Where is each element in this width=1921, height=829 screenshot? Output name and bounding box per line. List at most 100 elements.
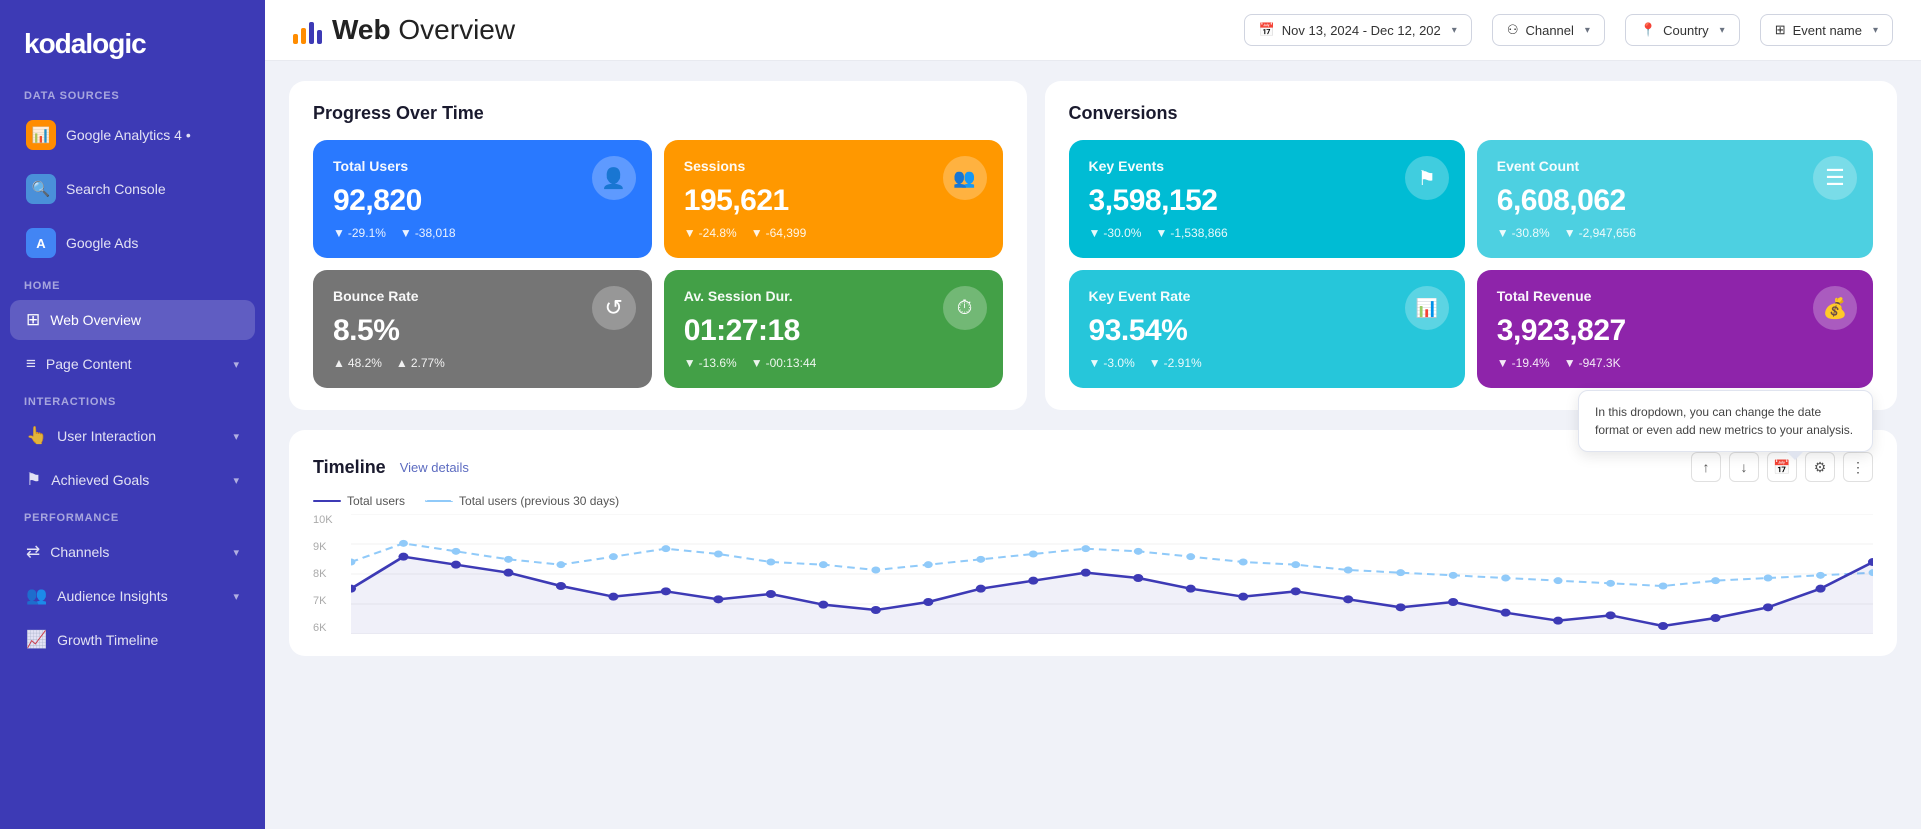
total-users-delta-abs: ▼ -38,018 — [400, 226, 456, 240]
calendar-ctrl-button[interactable]: 📅 — [1767, 452, 1797, 482]
sidebar-item-google-analytics[interactable]: 📊 Google Analytics 4 • — [10, 110, 255, 160]
key-event-rate-delta-pct: ▼ -3.0% — [1089, 356, 1135, 370]
event-count-value: 6,608,062 — [1497, 184, 1853, 218]
user-interaction-icon: 👆 — [26, 426, 47, 446]
date-range-label: Nov 13, 2024 - Dec 12, 202 — [1282, 23, 1441, 38]
upload-button[interactable]: ↑ — [1691, 452, 1721, 482]
conversions-metrics-grid: Key Events 3,598,152 ▼ -30.0% ▼ -1,538,8… — [1069, 140, 1873, 388]
location-icon: 📍 — [1640, 22, 1656, 38]
chevron-down-icon-country: ▾ — [1720, 25, 1725, 36]
channel-label: Channel — [1525, 23, 1573, 38]
data-sources-label: Data Sources — [0, 80, 265, 108]
logo-bars-icon — [293, 16, 322, 44]
event-name-filter[interactable]: ⊞ Event name ▾ — [1760, 14, 1893, 46]
sidebar-item-achieved-goals[interactable]: ⚑ Achieved Goals ▾ — [10, 460, 255, 500]
down-arrow-sessions-abs: ▼ — [751, 226, 763, 240]
y-label-9k: 9K — [313, 541, 349, 553]
chevron-down-icon-5: ▾ — [233, 590, 239, 603]
metric-card-sessions: Sessions 195,621 ▼ -24.8% ▼ -64,399 — [664, 140, 1003, 258]
down-arrow-tr-abs: ▼ — [1564, 356, 1576, 370]
sidebar-item-web-overview[interactable]: ⊞ Web Overview — [10, 300, 255, 340]
sidebar-item-label-pc: Page Content — [46, 356, 224, 372]
timeline-header: Timeline View details In this dropdown, … — [313, 452, 1873, 482]
sidebar-item-label-gt: Growth Timeline — [57, 632, 239, 648]
progress-over-time-section: Progress Over Time Total Users 92,820 ▼ … — [289, 81, 1027, 410]
total-revenue-title: Total Revenue — [1497, 288, 1853, 304]
legend-item-total-users: Total users — [313, 494, 405, 508]
sessions-value: 195,621 — [684, 184, 983, 218]
page-title: Web Overview — [332, 14, 515, 46]
metric-card-event-count: Event Count 6,608,062 ▼ -30.8% ▼ -2,947,… — [1477, 140, 1873, 258]
calendar-icon: 📅 — [1259, 22, 1275, 38]
metric-card-bounce-rate: Bounce Rate 8.5% ▲ 48.2% ▲ 2.77% — [313, 270, 652, 388]
up-arrow-bounce-abs: ▲ — [396, 356, 408, 370]
channel-icon: ⚇ — [1507, 22, 1519, 38]
home-label: Home — [0, 270, 265, 298]
sidebar-item-growth-timeline[interactable]: 📈 Growth Timeline — [10, 620, 255, 660]
achieved-goals-icon: ⚑ — [26, 470, 41, 490]
timeline-chart: 10K 9K 8K 7K 6K — [313, 514, 1873, 634]
chart-legend: Total users Total users (previous 30 day… — [313, 494, 1873, 508]
key-events-value: 3,598,152 — [1089, 184, 1445, 218]
chevron-down-icon-event: ▾ — [1873, 25, 1878, 36]
y-label-10k: 10K — [313, 514, 349, 526]
key-events-delta-pct: ▼ -30.0% — [1089, 226, 1142, 240]
channel-filter[interactable]: ⚇ Channel ▾ — [1492, 14, 1605, 46]
sidebar-item-page-content[interactable]: ≡ Page Content ▾ — [10, 344, 255, 384]
country-filter[interactable]: 📍 Country ▾ — [1625, 14, 1740, 46]
bounce-rate-deltas: ▲ 48.2% ▲ 2.77% — [333, 356, 632, 370]
sidebar-item-user-interaction[interactable]: 👆 User Interaction ▾ — [10, 416, 255, 456]
y-label-8k: 8K — [313, 568, 349, 580]
down-arrow-tr-pct: ▼ — [1497, 356, 1509, 370]
channels-icon: ⇄ — [26, 542, 40, 562]
bounce-rate-title: Bounce Rate — [333, 288, 632, 304]
country-label: Country — [1663, 23, 1709, 38]
up-arrow-bounce-pct: ▲ — [333, 356, 345, 370]
content-area: Progress Over Time Total Users 92,820 ▼ … — [265, 61, 1921, 829]
main-area: Web Overview 📅 Nov 13, 2024 - Dec 12, 20… — [265, 0, 1921, 829]
sidebar-logo: kodalogic — [0, 0, 265, 80]
sidebar-item-search-console[interactable]: 🔍 Search Console — [10, 164, 255, 214]
sidebar-item-channels[interactable]: ⇄ Channels ▾ — [10, 532, 255, 572]
total-users-icon: 👤 — [592, 156, 636, 200]
audience-insights-icon: 👥 — [26, 586, 47, 606]
key-events-delta-abs: ▼ -1,538,866 — [1155, 226, 1227, 240]
sidebar-item-audience-insights[interactable]: 👥 Audience Insights ▾ — [10, 576, 255, 616]
chevron-down-icon-3: ▾ — [233, 474, 239, 487]
chevron-down-icon-4: ▾ — [233, 546, 239, 559]
legend-solid-line — [313, 500, 341, 503]
download-button[interactable]: ↓ — [1729, 452, 1759, 482]
session-dur-icon: ⏱ — [943, 286, 987, 330]
key-event-rate-delta-abs: ▼ -2.91% — [1149, 356, 1202, 370]
down-arrow-icon: ▼ — [333, 226, 345, 240]
sidebar-item-label-ga: Google Analytics 4 • — [66, 127, 239, 143]
growth-timeline-icon: 📈 — [26, 630, 47, 650]
more-ctrl-button[interactable]: ⋮ — [1843, 452, 1873, 482]
key-event-rate-icon: 📊 — [1405, 286, 1449, 330]
sidebar-item-google-ads[interactable]: A Google Ads — [10, 218, 255, 268]
chevron-down-icon-channel: ▾ — [1585, 25, 1590, 36]
legend-label-total-users: Total users — [347, 494, 405, 508]
chevron-down-icon-date: ▾ — [1452, 25, 1457, 36]
view-details-link[interactable]: View details — [400, 460, 469, 475]
down-arrow-ker-pct: ▼ — [1089, 356, 1101, 370]
key-event-rate-value: 93.54% — [1089, 314, 1445, 348]
filter-ctrl-button[interactable]: ⚙ — [1805, 452, 1835, 482]
total-users-value: 92,820 — [333, 184, 632, 218]
total-revenue-icon: 💰 — [1813, 286, 1857, 330]
total-users-delta-pct: ▼ -29.1% — [333, 226, 386, 240]
sidebar-item-label-ai: Audience Insights — [57, 588, 223, 604]
metric-card-key-event-rate: Key Event Rate 93.54% ▼ -3.0% ▼ -2.91% — [1069, 270, 1465, 388]
bounce-delta-pct: ▲ 48.2% — [333, 356, 382, 370]
sessions-delta-abs: ▼ -64,399 — [751, 226, 807, 240]
down-arrow-ke-abs: ▼ — [1155, 226, 1167, 240]
total-users-deltas: ▼ -29.1% ▼ -38,018 — [333, 226, 632, 240]
y-label-6k: 6K — [313, 622, 349, 634]
metric-card-total-users: Total Users 92,820 ▼ -29.1% ▼ -38,018 — [313, 140, 652, 258]
event-count-delta-pct: ▼ -30.8% — [1497, 226, 1550, 240]
google-analytics-icon: 📊 — [26, 120, 56, 150]
event-count-icon: ☰ — [1813, 156, 1857, 200]
date-range-filter[interactable]: 📅 Nov 13, 2024 - Dec 12, 202 ▾ — [1244, 14, 1472, 46]
session-dur-delta-abs: ▼ -00:13:44 — [751, 356, 817, 370]
sessions-icon: 👥 — [943, 156, 987, 200]
